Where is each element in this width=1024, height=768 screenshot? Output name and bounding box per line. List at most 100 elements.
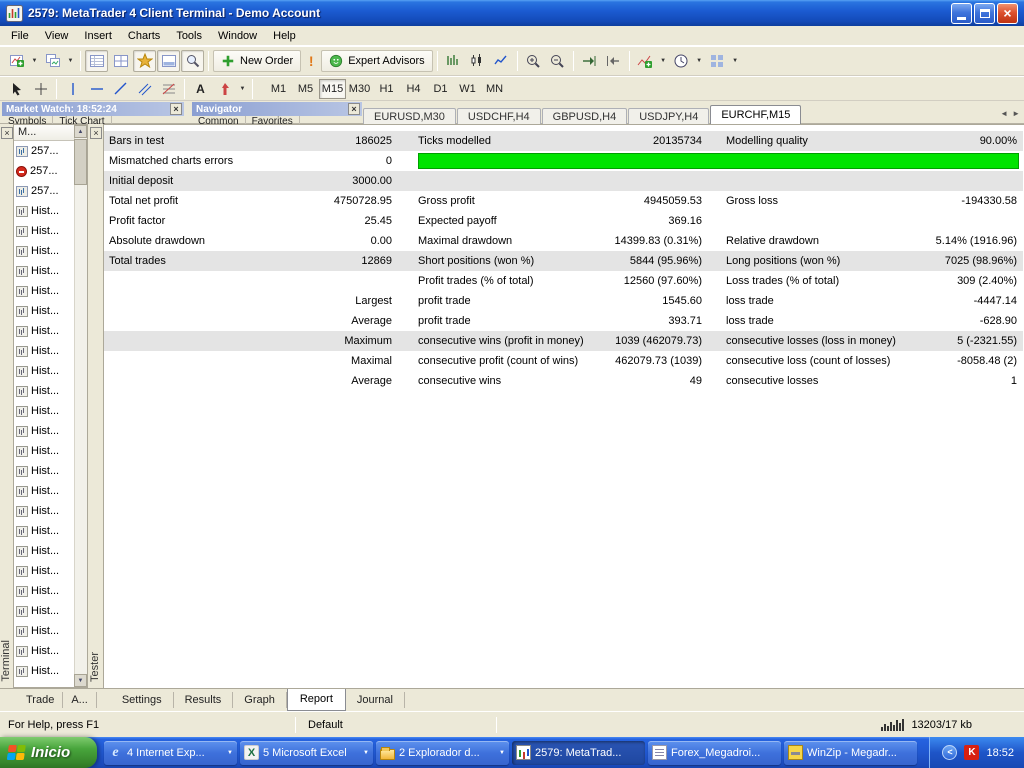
dropdown-arrow-icon[interactable]: ▼ — [29, 50, 40, 72]
menu-item-help[interactable]: Help — [265, 28, 304, 44]
pointer-tool-button[interactable] — [5, 78, 28, 100]
taskbar-button-winzip-megadr[interactable]: WinZip - Megadr... — [784, 741, 917, 765]
menu-item-window[interactable]: Window — [210, 28, 265, 44]
menu-item-charts[interactable]: Charts — [120, 28, 168, 44]
tester-tab-graph[interactable]: Graph — [233, 692, 287, 708]
horizontal-line-tool-button[interactable] — [85, 78, 108, 100]
taskbar-button-forex-megadroi[interactable]: Forex_Megadroi... — [648, 741, 781, 765]
market-watch-toggle-button[interactable] — [85, 50, 108, 72]
antivirus-tray-icon[interactable]: K — [964, 745, 979, 760]
symbol-list-item[interactable]: 257... — [14, 161, 74, 181]
timeframe-button-d1[interactable]: D1 — [427, 79, 454, 99]
crosshair-tool-button[interactable] — [29, 78, 52, 100]
scroll-down-icon[interactable]: ▼ — [74, 674, 87, 687]
symbol-list-item[interactable]: Hist... — [14, 361, 74, 381]
chart-tab-usdchf-h4[interactable]: USDCHF,H4 — [457, 108, 541, 124]
chart-tab-eurusd-m30[interactable]: EURUSD,M30 — [363, 108, 456, 124]
dropdown-arrow-icon[interactable]: ▼ — [237, 78, 248, 100]
new-order-button[interactable]: New Order — [213, 50, 301, 72]
symbol-list-scrollbar[interactable]: ▲ ▼ — [74, 125, 87, 687]
symbol-list-item[interactable]: Hist... — [14, 601, 74, 621]
data-window-toggle-button[interactable] — [109, 50, 132, 72]
symbol-list-item[interactable]: Hist... — [14, 641, 74, 661]
restore-button[interactable] — [974, 3, 995, 24]
strategy-tester-toggle-button[interactable] — [181, 50, 204, 72]
timeframe-button-m30[interactable]: M30 — [346, 79, 373, 99]
taskbar-button-2-explorador-d[interactable]: 2 Explorador d...▼ — [376, 741, 509, 765]
symbol-list-item[interactable]: Hist... — [14, 281, 74, 301]
tester-tab-results[interactable]: Results — [174, 692, 234, 708]
dropdown-arrow-icon[interactable]: ▼ — [694, 50, 705, 72]
minimize-button[interactable] — [951, 3, 972, 24]
trendline-tool-button[interactable] — [109, 78, 132, 100]
auto-scroll-button[interactable] — [578, 50, 601, 72]
symbol-list-item[interactable]: 257... — [14, 141, 74, 161]
timeframe-button-m15[interactable]: M15 — [319, 79, 346, 99]
templates-button[interactable] — [706, 50, 729, 72]
symbol-list-item[interactable]: Hist... — [14, 521, 74, 541]
symbol-list-item[interactable]: Hist... — [14, 421, 74, 441]
symbol-list-item[interactable]: Hist... — [14, 501, 74, 521]
timeframe-button-m1[interactable]: M1 — [265, 79, 292, 99]
dropdown-arrow-icon[interactable]: ▼ — [730, 50, 741, 72]
scroll-left-icon[interactable]: ◄ — [1000, 109, 1008, 118]
symbol-list-item[interactable]: Hist... — [14, 441, 74, 461]
dropdown-arrow-icon[interactable]: ▼ — [65, 50, 76, 72]
menu-item-tools[interactable]: Tools — [168, 28, 210, 44]
tester-tab-settings[interactable]: Settings — [111, 692, 174, 708]
symbol-list-item[interactable]: Hist... — [14, 481, 74, 501]
symbol-list-item[interactable]: Hist... — [14, 341, 74, 361]
chart-tab-eurchf-m15[interactable]: EURCHF,M15 — [710, 105, 801, 124]
alerts-button[interactable]: ! — [302, 53, 320, 69]
symbol-list-item[interactable]: Hist... — [14, 621, 74, 641]
timeframe-button-h4[interactable]: H4 — [400, 79, 427, 99]
symbol-list-item[interactable]: Hist... — [14, 241, 74, 261]
start-button[interactable]: Inicio — [0, 737, 97, 768]
line-chart-button[interactable] — [490, 50, 513, 72]
terminal-tab-a[interactable]: A... — [63, 692, 97, 708]
candlestick-chart-button[interactable] — [466, 50, 489, 72]
chart-tab-usdjpy-h4[interactable]: USDJPY,H4 — [628, 108, 709, 124]
timeframe-button-h1[interactable]: H1 — [373, 79, 400, 99]
dropdown-arrow-icon[interactable]: ▼ — [658, 50, 669, 72]
zoom-out-button[interactable] — [546, 50, 569, 72]
taskbar-button-2579-metatrad[interactable]: 2579: MetaTrad... — [512, 741, 645, 765]
close-button[interactable]: × — [997, 3, 1018, 24]
symbol-list-item[interactable]: Hist... — [14, 381, 74, 401]
text-tool-button[interactable]: A — [189, 78, 212, 100]
scroll-up-icon[interactable]: ▲ — [74, 125, 87, 138]
hide-tray-icons-button[interactable]: < — [942, 745, 957, 760]
navigator-toggle-button[interactable] — [133, 50, 156, 72]
navigator-header[interactable]: Navigator × — [192, 102, 362, 116]
vertical-line-tool-button[interactable] — [61, 78, 84, 100]
symbol-list-item[interactable]: Hist... — [14, 261, 74, 281]
terminal-toggle-button[interactable] — [157, 50, 180, 72]
menu-item-view[interactable]: View — [37, 28, 77, 44]
zoom-in-button[interactable] — [522, 50, 545, 72]
terminal-tab-trade[interactable]: Trade — [18, 692, 63, 708]
periods-button[interactable] — [670, 50, 693, 72]
timeframe-button-w1[interactable]: W1 — [454, 79, 481, 99]
menu-item-insert[interactable]: Insert — [76, 28, 120, 44]
arrows-tool-button[interactable] — [213, 78, 236, 100]
symbol-list-item[interactable]: Hist... — [14, 541, 74, 561]
indicators-button[interactable] — [634, 50, 657, 72]
chart-shift-button[interactable] — [602, 50, 625, 72]
terminal-panel-close-button[interactable]: × — [1, 127, 13, 139]
symbol-list-item[interactable]: 257... — [14, 181, 74, 201]
new-chart-button[interactable] — [5, 50, 28, 72]
scrollbar-thumb[interactable] — [74, 139, 87, 185]
symbol-list-item[interactable]: Hist... — [14, 661, 74, 681]
menu-item-file[interactable]: File — [3, 28, 37, 44]
symbol-list-item[interactable]: Hist... — [14, 221, 74, 241]
tester-tab-journal[interactable]: Journal — [346, 692, 405, 708]
expert-advisors-button[interactable]: Expert Advisors — [321, 50, 432, 72]
symbol-list-item[interactable]: Hist... — [14, 321, 74, 341]
timeframe-button-m5[interactable]: M5 — [292, 79, 319, 99]
symbol-list-item[interactable]: Hist... — [14, 301, 74, 321]
fibonacci-tool-button[interactable] — [157, 78, 180, 100]
symbol-list-item[interactable]: Hist... — [14, 581, 74, 601]
taskbar-button-5-microsoft-excel[interactable]: X5 Microsoft Excel▼ — [240, 741, 373, 765]
symbol-list-item[interactable]: Hist... — [14, 401, 74, 421]
profiles-button[interactable] — [41, 50, 64, 72]
